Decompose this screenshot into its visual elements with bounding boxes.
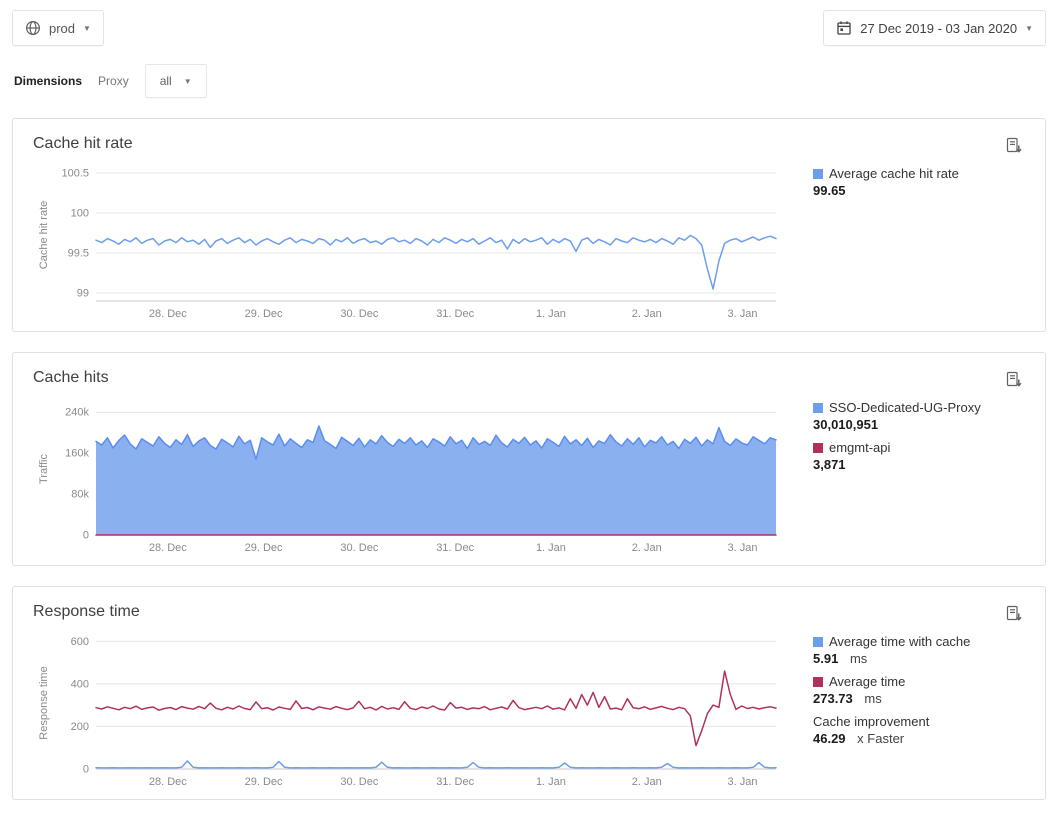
- svg-text:28. Dec: 28. Dec: [149, 776, 187, 788]
- dimension-value-select[interactable]: all ▼: [145, 64, 207, 98]
- legend-swatch: [813, 403, 823, 413]
- svg-text:31. Dec: 31. Dec: [436, 776, 474, 788]
- dimensions-label: Dimensions: [14, 74, 82, 88]
- legend-value: 5.91: [813, 651, 838, 666]
- svg-text:100: 100: [71, 208, 89, 220]
- legend-label: emgmt-api: [829, 439, 890, 456]
- environment-label: prod: [49, 21, 75, 36]
- environment-select[interactable]: prod ▼: [12, 10, 104, 46]
- cache-hits-card: Cache hits 0 80k 160k 240k 28. Dec 29. Dec 30.…: [12, 352, 1046, 566]
- svg-text:0: 0: [83, 764, 89, 776]
- svg-text:29. Dec: 29. Dec: [245, 776, 283, 788]
- svg-text:1. Jan: 1. Jan: [536, 308, 566, 320]
- svg-text:99.5: 99.5: [68, 248, 89, 260]
- response-time-card: Response time 0 200 400 600 28. Dec 29. Dec 30…: [12, 586, 1046, 800]
- date-range-label: 27 Dec 2019 - 03 Jan 2020: [860, 21, 1017, 36]
- legend-label: SSO-Dedicated-UG-Proxy: [829, 399, 981, 416]
- legend-item: SSO-Dedicated-UG-Proxy 30,010,951: [813, 399, 1025, 433]
- svg-text:Response time: Response time: [38, 666, 50, 739]
- dimension-name: Proxy: [98, 74, 129, 88]
- chevron-down-icon: ▼: [83, 24, 91, 33]
- cache-hits-chart[interactable]: 0 80k 160k 240k 28. Dec 29. Dec 30. Dec 31. Dec…: [33, 395, 813, 557]
- legend-item: Average cache hit rate 99.65: [813, 165, 1025, 199]
- svg-text:100.5: 100.5: [61, 168, 89, 180]
- card-title: Cache hit rate: [33, 135, 133, 153]
- legend-value: 99.65: [813, 183, 846, 198]
- card-title: Response time: [33, 603, 140, 621]
- svg-text:3. Jan: 3. Jan: [727, 776, 757, 788]
- svg-text:160k: 160k: [65, 448, 89, 460]
- svg-text:99: 99: [77, 288, 89, 300]
- svg-text:2. Jan: 2. Jan: [632, 542, 662, 554]
- svg-text:600: 600: [71, 636, 89, 648]
- legend-item: Cache improvement 46.29 x Faster: [813, 713, 1025, 747]
- svg-text:1. Jan: 1. Jan: [536, 542, 566, 554]
- svg-text:30. Dec: 30. Dec: [340, 776, 378, 788]
- cache-hit-rate-card: Cache hit rate 99 99.5 100 100.5 28. Dec 29. …: [12, 118, 1046, 332]
- svg-text:2. Jan: 2. Jan: [632, 776, 662, 788]
- legend-label: Cache improvement: [813, 713, 929, 730]
- svg-text:Traffic: Traffic: [38, 454, 50, 484]
- legend-item: emgmt-api 3,871: [813, 439, 1025, 473]
- svg-text:3. Jan: 3. Jan: [727, 542, 757, 554]
- chevron-down-icon: ▼: [184, 77, 192, 86]
- dashboard-cards: Cache hit rate 99 99.5 100 100.5 28. Dec 29. …: [0, 98, 1058, 812]
- svg-text:28. Dec: 28. Dec: [149, 308, 187, 320]
- svg-text:29. Dec: 29. Dec: [245, 308, 283, 320]
- globe-icon: [25, 20, 41, 36]
- calendar-icon: [836, 20, 852, 36]
- svg-text:29. Dec: 29. Dec: [245, 542, 283, 554]
- chevron-down-icon: ▼: [1025, 24, 1033, 33]
- date-range-picker[interactable]: 27 Dec 2019 - 03 Jan 2020 ▼: [823, 10, 1046, 46]
- legend-unit: ms: [850, 651, 867, 666]
- legend-label: Average cache hit rate: [829, 165, 959, 182]
- export-report-icon[interactable]: [1003, 603, 1025, 625]
- svg-text:Cache hit rate: Cache hit rate: [38, 201, 50, 269]
- legend-label: Average time with cache: [829, 633, 970, 650]
- cache-hit-rate-chart[interactable]: 99 99.5 100 100.5 28. Dec 29. Dec 30. Dec 31. D…: [33, 161, 813, 323]
- export-report-icon[interactable]: [1003, 369, 1025, 391]
- svg-text:28. Dec: 28. Dec: [149, 542, 187, 554]
- legend-item: Average time 273.73 ms: [813, 673, 1025, 707]
- legend-swatch: [813, 637, 823, 647]
- svg-text:31. Dec: 31. Dec: [436, 308, 474, 320]
- legend-unit: x Faster: [857, 731, 904, 746]
- dimension-value: all: [160, 74, 172, 88]
- legend-swatch: [813, 169, 823, 179]
- svg-text:80k: 80k: [71, 489, 89, 501]
- filter-bar: Dimensions Proxy all ▼: [0, 46, 1058, 98]
- svg-text:400: 400: [71, 678, 89, 690]
- legend-item: Average time with cache 5.91 ms: [813, 633, 1025, 667]
- legend-label: Average time: [829, 673, 905, 690]
- legend-value: 46.29: [813, 731, 846, 746]
- svg-text:31. Dec: 31. Dec: [436, 542, 474, 554]
- svg-text:30. Dec: 30. Dec: [340, 308, 378, 320]
- card-title: Cache hits: [33, 369, 109, 387]
- svg-text:240k: 240k: [65, 407, 89, 419]
- svg-text:3. Jan: 3. Jan: [727, 308, 757, 320]
- cache-hit-rate-legend: Average cache hit rate 99.65: [813, 161, 1025, 205]
- export-report-icon[interactable]: [1003, 135, 1025, 157]
- svg-text:2. Jan: 2. Jan: [632, 308, 662, 320]
- legend-unit: ms: [864, 691, 881, 706]
- response-time-chart[interactable]: 0 200 400 600 28. Dec 29. Dec 30. Dec 31. Dec 1.…: [33, 629, 813, 791]
- svg-text:1. Jan: 1. Jan: [536, 776, 566, 788]
- legend-swatch: [813, 677, 823, 687]
- response-time-legend: Average time with cache 5.91 ms Average …: [813, 629, 1025, 753]
- legend-value: 3,871: [813, 457, 846, 472]
- svg-text:0: 0: [83, 530, 89, 542]
- cache-hits-legend: SSO-Dedicated-UG-Proxy 30,010,951 emgmt-…: [813, 395, 1025, 479]
- legend-value: 273.73: [813, 691, 853, 706]
- svg-text:200: 200: [71, 721, 89, 733]
- legend-swatch: [813, 443, 823, 453]
- svg-text:30. Dec: 30. Dec: [340, 542, 378, 554]
- legend-value: 30,010,951: [813, 417, 878, 432]
- top-toolbar: prod ▼ 27 Dec 2019 - 03 Jan 2020 ▼: [0, 0, 1058, 46]
